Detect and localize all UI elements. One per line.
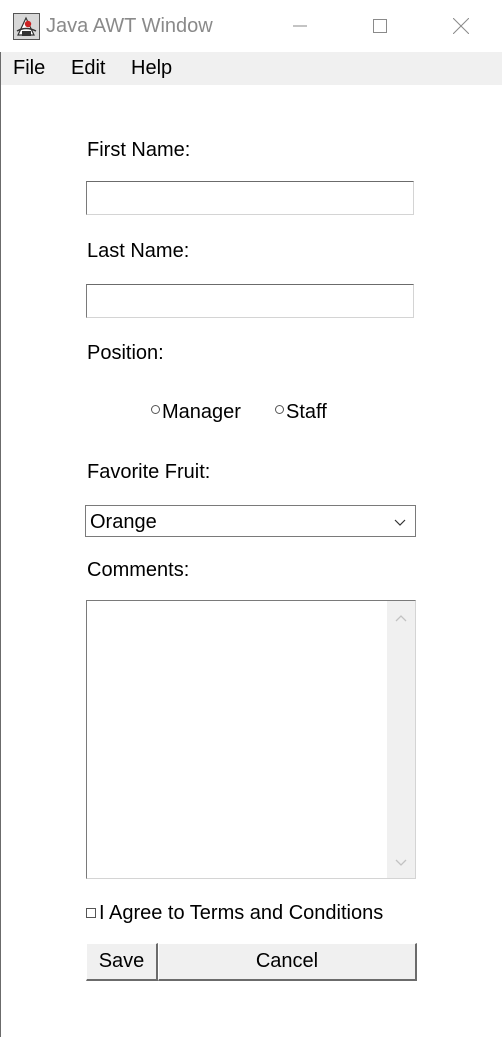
comments-textarea[interactable] [86,600,416,879]
menu-help[interactable]: Help [131,57,172,80]
favorite-fruit-select[interactable]: Orange [85,505,416,537]
agree-label: I Agree to Terms and Conditions [99,902,384,924]
comments-scrollbar[interactable] [387,601,415,878]
chevron-up-icon[interactable] [394,611,408,625]
first-name-field[interactable] [86,181,414,215]
agree-checkbox[interactable]: I Agree to Terms and Conditions [86,902,383,925]
maximize-button[interactable] [357,0,403,52]
minimize-icon [293,25,307,27]
menu-bar: File Edit Help [1,52,502,85]
close-button[interactable] [438,0,484,52]
minimize-button[interactable] [277,0,323,52]
radio-staff-label: Staff [286,401,327,423]
last-name-field[interactable] [86,284,414,318]
radio-circle-icon [275,405,284,414]
radio-manager[interactable]: Manager [151,401,241,424]
radio-circle-icon [151,405,160,414]
window-border [0,0,1,1037]
checkbox-icon [86,907,96,918]
comments-label: Comments: [87,559,190,581]
radio-manager-label: Manager [162,401,241,423]
menu-edit[interactable]: Edit [71,57,105,80]
close-icon [453,18,469,34]
last-name-label: Last Name: [87,240,190,262]
chevron-down-icon[interactable] [394,856,408,870]
menu-file[interactable]: File [13,57,45,80]
maximize-icon [373,19,387,33]
window-title: Java AWT Window [46,15,213,37]
java-app-icon [13,13,40,40]
favorite-fruit-value: Orange [90,511,157,533]
chevron-down-icon [394,519,406,526]
title-bar[interactable]: Java AWT Window [0,0,502,52]
cancel-button[interactable]: Cancel [158,943,417,981]
favorite-fruit-label: Favorite Fruit: [87,461,211,483]
position-label: Position: [87,342,164,364]
radio-staff[interactable]: Staff [275,401,327,424]
save-button[interactable]: Save [86,943,158,981]
first-name-label: First Name: [87,139,191,161]
